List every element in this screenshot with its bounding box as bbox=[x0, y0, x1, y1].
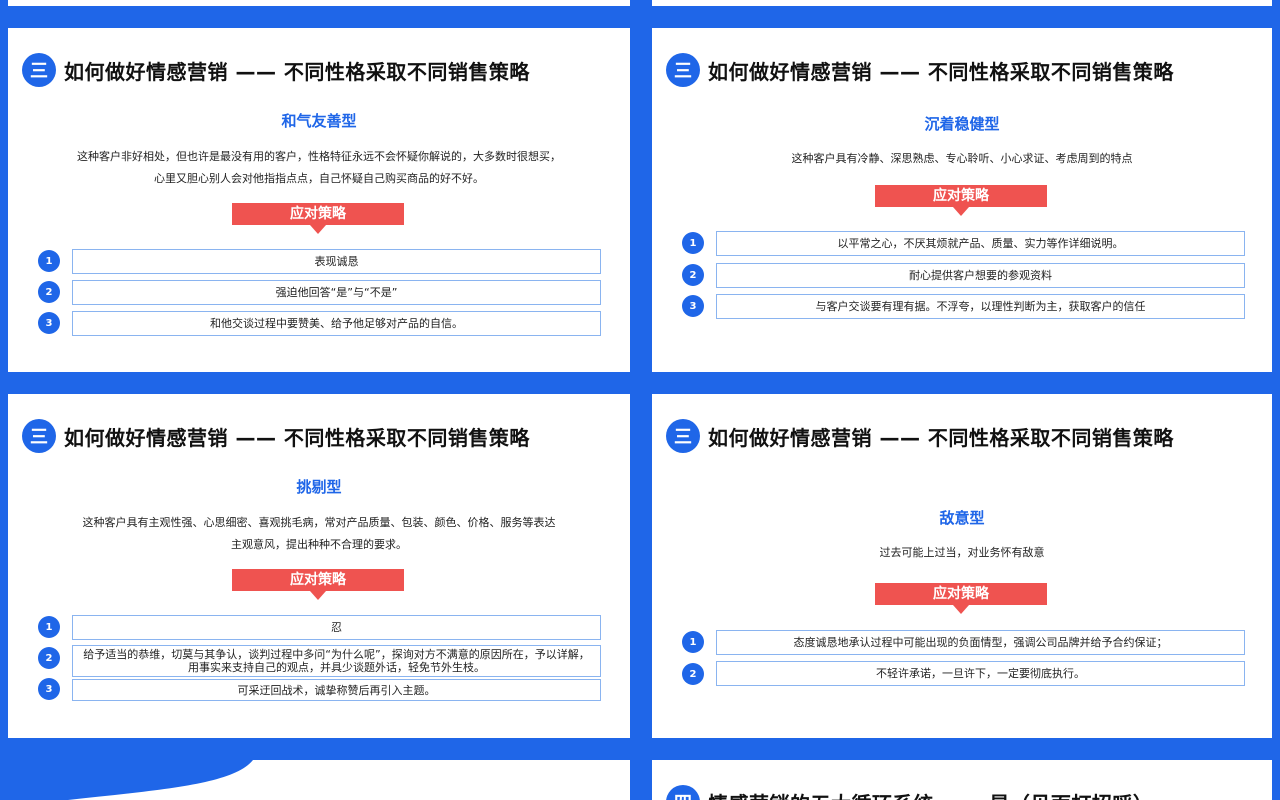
item-number: 2 bbox=[38, 647, 60, 669]
customer-description: 这种客户具有主观性强、心思细密、喜观挑毛病，常对产品质量、包装、颜色、价格、服务… bbox=[82, 516, 556, 551]
customer-type-heading: 敌意型 bbox=[939, 509, 985, 527]
slide-header: 三 如何做好情感营销 —— 不同性格采取不同销售策略 bbox=[666, 416, 1174, 456]
slide-header: 三 如何做好情感营销 —— 不同性格采取不同销售策略 bbox=[22, 50, 530, 90]
customer-type-heading: 沉着稳健型 bbox=[924, 115, 1000, 133]
item-number: 1 bbox=[682, 232, 704, 254]
customer-description: 这种客户非好相处，但也许是最没有用的客户，性格特征永远不会怀疑你解说的，大多数时… bbox=[77, 150, 561, 185]
item-number: 3 bbox=[38, 312, 60, 334]
strategy-banner: 应对策略 bbox=[232, 203, 404, 234]
section-number-badge: 四 bbox=[666, 785, 700, 800]
item-number: 3 bbox=[682, 295, 704, 317]
slide-steady-type[interactable]: 三 如何做好情感营销 —— 不同性格采取不同销售策略 沉着稳健型 这种客户具有冷… bbox=[652, 28, 1272, 372]
item-number: 3 bbox=[38, 678, 60, 700]
slide-title: 如何做好情感营销 —— 不同性格采取不同销售策略 bbox=[64, 59, 530, 84]
slide-picky-type[interactable]: 三 如何做好情感营销 —— 不同性格采取不同销售策略 挑剔型 这种客户具有主观性… bbox=[8, 394, 630, 738]
customer-type-heading: 和气友善型 bbox=[281, 112, 357, 130]
slide-hostile-type[interactable]: 三 如何做好情感营销 —— 不同性格采取不同销售策略 敌意型 过去可能上过当，对… bbox=[652, 394, 1272, 738]
strategy-item: 以平常之心，不厌其烦就产品、质量、实力等作详细说明。 bbox=[716, 231, 1245, 256]
item-number: 1 bbox=[38, 616, 60, 638]
item-number: 1 bbox=[38, 250, 60, 272]
strategy-item: 耐心提供客户想要的参观资料 bbox=[716, 263, 1245, 288]
slide-partial-bottom-left[interactable] bbox=[8, 760, 630, 800]
strategy-item: 给予适当的恭维，切莫与其争认，谈判过程中多问“为什么呢”，探询对方不满意的原因所… bbox=[72, 645, 601, 677]
strategy-item: 忍 bbox=[72, 615, 601, 640]
slide-title: 情感营销的五大循环系统 —— 是（见面打招呼） bbox=[708, 788, 1153, 800]
customer-description: 过去可能上过当，对业务怀有敌意 bbox=[879, 546, 1045, 559]
strategy-item: 可采迂回战术，诚挚称赞后再引入主题。 bbox=[72, 679, 601, 701]
slide-partial-top-left[interactable] bbox=[8, 0, 630, 6]
customer-type-heading: 挑剔型 bbox=[296, 478, 342, 496]
strategy-item: 不轻许承诺，一旦许下，一定要彻底执行。 bbox=[716, 661, 1245, 686]
item-number: 2 bbox=[682, 264, 704, 286]
strategy-banner: 应对策略 bbox=[232, 569, 404, 600]
slide-partial-bottom-right[interactable]: 四 情感营销的五大循环系统 —— 是（见面打招呼） bbox=[652, 760, 1272, 800]
item-number: 1 bbox=[682, 631, 704, 653]
wave-decoration bbox=[68, 760, 630, 800]
strategy-item: 态度诚恳地承认过程中可能出现的负面情型，强调公司品牌并给予合约保证； bbox=[716, 630, 1245, 655]
slide-title: 如何做好情感营销 —— 不同性格采取不同销售策略 bbox=[708, 425, 1174, 450]
section-number-badge: 三 bbox=[666, 419, 700, 453]
strategy-item: 与客户交谈要有理有据。不浮夸，以理性判断为主，获取客户的信任 bbox=[716, 294, 1245, 319]
slide-friendly-type[interactable]: 三 如何做好情感营销 —— 不同性格采取不同销售策略 和气友善型 这种客户非好相… bbox=[8, 28, 630, 372]
slide-title: 如何做好情感营销 —— 不同性格采取不同销售策略 bbox=[64, 425, 530, 450]
strategy-banner: 应对策略 bbox=[875, 583, 1047, 614]
strategy-item: 和他交谈过程中要赞美、给予他足够对产品的自信。 bbox=[72, 311, 601, 336]
slide-header: 三 如何做好情感营销 —— 不同性格采取不同销售策略 bbox=[22, 416, 530, 456]
item-number: 2 bbox=[682, 663, 704, 685]
strategy-item: 表现诚恳 bbox=[72, 249, 601, 274]
strategy-banner: 应对策略 bbox=[875, 185, 1047, 216]
slide-header: 三 如何做好情感营销 —— 不同性格采取不同销售策略 bbox=[666, 50, 1174, 90]
customer-description: 这种客户具有冷静、深思熟虑、专心聆听、小心求证、考虑周到的特点 bbox=[791, 152, 1133, 165]
slide-title: 如何做好情感营销 —— 不同性格采取不同销售策略 bbox=[708, 59, 1174, 84]
section-number-badge: 三 bbox=[22, 53, 56, 87]
section-number-badge: 三 bbox=[666, 53, 700, 87]
slide-header: 四 情感营销的五大循环系统 —— 是（见面打招呼） bbox=[666, 782, 1153, 800]
slide-partial-top-right[interactable] bbox=[652, 0, 1272, 6]
item-number: 2 bbox=[38, 281, 60, 303]
strategy-item: 强迫他回答“是”与“不是” bbox=[72, 280, 601, 305]
section-number-badge: 三 bbox=[22, 419, 56, 453]
